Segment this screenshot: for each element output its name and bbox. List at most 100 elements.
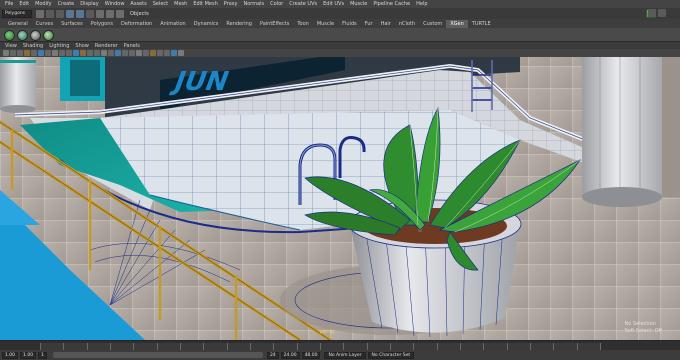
shelf-tab-muscle[interactable]: Muscle (313, 20, 338, 28)
panel-tool-icon[interactable] (52, 50, 58, 56)
module-selector[interactable]: Polygons (2, 9, 32, 18)
panel-tool-icon[interactable] (143, 50, 149, 56)
playback-end-field[interactable]: 48.00 (301, 351, 321, 359)
shelf-tab-polygons[interactable]: Polygons (87, 20, 117, 28)
menu-edit-mesh[interactable]: Edit Mesh (190, 1, 220, 7)
menu-help[interactable]: Help (413, 1, 430, 7)
panel-tool-icon[interactable] (17, 50, 23, 56)
time-ruler[interactable] (40, 343, 601, 350)
plant-icon[interactable] (4, 30, 15, 41)
render-settings-icon[interactable] (648, 9, 656, 17)
shelf-tab-xgen[interactable]: XGen (446, 19, 468, 28)
panel-menu-shading[interactable]: Shading (20, 43, 46, 49)
panel-menu-lighting[interactable]: Lighting (46, 43, 72, 49)
shelf-tab-toon[interactable]: Toon (293, 20, 313, 28)
select-component-icon[interactable] (86, 9, 94, 18)
menu-color[interactable]: Color (267, 1, 286, 7)
shelf-tab-custom[interactable]: Custom (419, 20, 446, 28)
menu-select[interactable]: Select (150, 1, 171, 7)
viewport-3d[interactable]: JUN (0, 57, 680, 340)
panel-tool-icon[interactable] (73, 50, 79, 56)
range-end-field[interactable]: 24 (266, 351, 279, 359)
menu-display[interactable]: Display (77, 1, 101, 7)
panel-menu-show[interactable]: Show (72, 43, 92, 49)
menu-muscle[interactable]: Muscle (347, 1, 370, 7)
menu-window[interactable]: Window (102, 1, 128, 7)
menu-edit[interactable]: Edit (16, 1, 32, 7)
shelf-tab-animation[interactable]: Animation (156, 20, 190, 28)
menu-file[interactable]: File (2, 1, 16, 7)
menu-edit-uvs[interactable]: Edit UVs (320, 1, 347, 7)
panel-tool-icon[interactable] (136, 50, 142, 56)
panel-tool-icon[interactable] (10, 50, 16, 56)
shelf-tab-painteffects[interactable]: PaintEffects (256, 20, 293, 28)
leaf-icon[interactable] (43, 30, 54, 41)
panel-menu-panels[interactable]: Panels (121, 43, 143, 49)
menu-proxy[interactable]: Proxy (221, 1, 241, 7)
start-time-field[interactable]: 1.00 (2, 351, 19, 359)
shelf-tab-fluids[interactable]: Fluids (338, 20, 361, 28)
panel-tool-icon[interactable] (31, 50, 37, 56)
shelf-tab-surfaces[interactable]: Surfaces (57, 20, 87, 28)
time-tick (250, 343, 251, 350)
hud-line-2: Soft Select: Off (624, 328, 662, 334)
menu-create[interactable]: Create (55, 1, 78, 7)
shelf-tab-hair[interactable]: Hair (377, 20, 395, 28)
menu-assets[interactable]: Assets (127, 1, 149, 7)
panel-tool-icon[interactable] (38, 50, 44, 56)
panel-tool-icon[interactable] (115, 50, 121, 56)
panel-tool-icon[interactable] (66, 50, 72, 56)
select-hierarchy-icon[interactable] (66, 9, 74, 18)
select-objects-icon[interactable] (76, 9, 84, 18)
panel-tool-icon[interactable] (122, 50, 128, 56)
panel-tool-icon[interactable] (59, 50, 65, 56)
panel-tool-icon[interactable] (3, 50, 9, 56)
status-icons (36, 9, 124, 18)
panel-tool-icon[interactable] (178, 50, 184, 56)
panel-tool-icon[interactable] (129, 50, 135, 56)
snap-point-icon[interactable] (116, 9, 124, 18)
menu-pipeline-cache[interactable]: Pipeline Cache (370, 1, 413, 7)
panel-tool-icon[interactable] (87, 50, 93, 56)
attribute-editor-icon[interactable] (658, 9, 666, 17)
shelf-tab-fur[interactable]: Fur (361, 20, 377, 28)
range-start-field[interactable]: 1.00 (20, 351, 37, 359)
panel-tool-icon[interactable] (108, 50, 114, 56)
shelf-tab-turtle[interactable]: TURTLE (468, 20, 495, 28)
new-scene-icon[interactable] (36, 9, 44, 18)
menu-mesh[interactable]: Mesh (171, 1, 190, 7)
open-scene-icon[interactable] (46, 9, 54, 18)
range-slider[interactable] (52, 352, 263, 358)
character-set-dropdown[interactable]: No Character Set (367, 351, 415, 359)
shelf-tab-curves[interactable]: Curves (32, 20, 57, 28)
shelf-tab-general[interactable]: General (4, 20, 32, 28)
shelf-tab-dynamics[interactable]: Dynamics (190, 20, 223, 28)
hud-info: No Selection Soft Select: Off (624, 321, 662, 335)
menu-modify[interactable]: Modify (32, 1, 55, 7)
shelf-tab-rendering[interactable]: Rendering (222, 20, 256, 28)
panel-tool-icon[interactable] (157, 50, 163, 56)
snap-grid-icon[interactable] (96, 9, 104, 18)
menu-normals[interactable]: Normals (240, 1, 267, 7)
panel-menu-view[interactable]: View (2, 43, 20, 49)
range-current-field[interactable]: 1 (38, 351, 47, 359)
anim-layer-dropdown[interactable]: No Anim Layer (324, 351, 366, 359)
panel-tool-icon[interactable] (24, 50, 30, 56)
save-scene-icon[interactable] (56, 9, 64, 18)
panel-menu-renderer[interactable]: Renderer (92, 43, 121, 49)
panel-tool-icon[interactable] (150, 50, 156, 56)
time-slider[interactable] (0, 340, 680, 350)
flower-icon[interactable] (17, 30, 28, 41)
panel-tool-icon[interactable] (101, 50, 107, 56)
shelf-tab-deformation[interactable]: Deformation (117, 20, 156, 28)
panel-tool-icon[interactable] (94, 50, 100, 56)
snap-curve-icon[interactable] (106, 9, 114, 18)
end-time-field[interactable]: 24.00 (280, 351, 300, 359)
panel-tool-icon[interactable] (45, 50, 51, 56)
panel-tool-icon[interactable] (171, 50, 177, 56)
sphere-icon[interactable] (30, 30, 41, 41)
shelf-tab-ncloth[interactable]: nCloth (395, 20, 419, 28)
panel-tool-icon[interactable] (164, 50, 170, 56)
menu-create-uvs[interactable]: Create UVs (286, 1, 320, 7)
panel-tool-icon[interactable] (80, 50, 86, 56)
